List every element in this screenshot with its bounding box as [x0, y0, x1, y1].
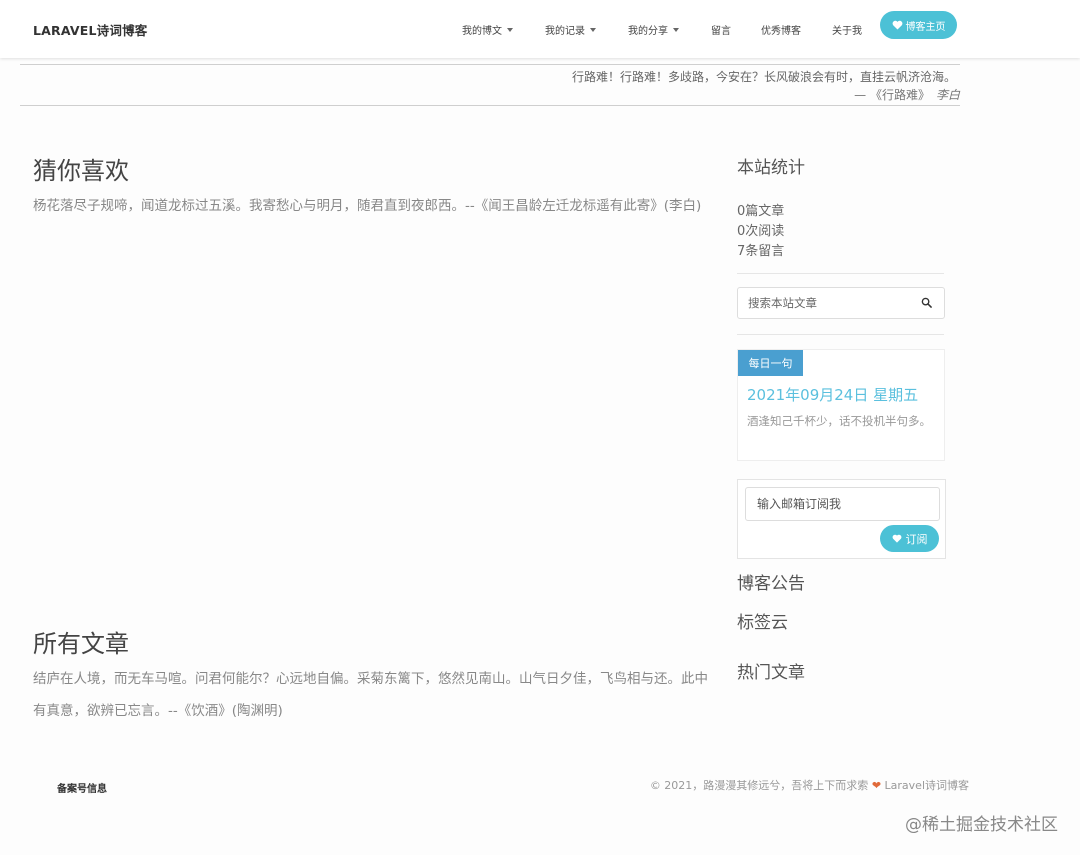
daily-text: 酒逢知己千杯少，话不投机半句多。	[747, 414, 931, 428]
all-posts-title: 所有文章	[33, 630, 129, 658]
subscribe-email-input[interactable]	[745, 487, 940, 521]
watermark: @稀土掘金技术社区	[905, 815, 1058, 835]
stat-reads: 0次阅读	[737, 220, 784, 239]
nav-item-label: 我的分享	[628, 26, 668, 37]
subscribe-label: 订阅	[905, 532, 928, 546]
stats-title: 本站统计	[737, 158, 805, 178]
search-input[interactable]	[738, 288, 928, 318]
stat-unit: 次阅读	[745, 224, 785, 239]
nav-item-my-shares[interactable]: 我的分享	[628, 22, 679, 37]
search-box	[737, 287, 945, 319]
nav-item-label: 关于我	[832, 26, 862, 37]
stat-unit: 篇文章	[745, 204, 785, 219]
nav-item-messages[interactable]: 留言	[711, 22, 731, 37]
nav-item-my-posts[interactable]: 我的博文	[462, 22, 513, 37]
daily-date: 2021年09月24日 星期五	[747, 386, 919, 404]
subscribe-card: 订阅	[737, 479, 946, 559]
hot-posts-title: 热门文章	[737, 663, 805, 683]
nav-item-label: 我的记录	[545, 26, 585, 37]
stat-unit: 条留言	[745, 244, 785, 259]
search-icon[interactable]	[921, 297, 932, 308]
nav-item-label: 留言	[711, 26, 731, 37]
nav-item-label: 我的博文	[462, 26, 502, 37]
nav-item-excellent-blogs[interactable]: 优秀博客	[761, 22, 801, 37]
heart-icon	[892, 20, 902, 30]
sidebar-divider	[737, 273, 944, 274]
quote-source: — 《行路难》 李白	[854, 86, 960, 103]
quote-author: 李白	[935, 88, 960, 102]
top-navbar: LARAVEL诗词博客 我的博文 我的记录 我的分享 留言 优秀博客 关于我 博…	[0, 0, 1080, 58]
daily-tag: 每日一句	[738, 350, 803, 376]
subscribe-button[interactable]: 订阅	[880, 525, 939, 552]
heart-icon: ❤	[871, 779, 882, 792]
nav-item-my-records[interactable]: 我的记录	[545, 22, 596, 37]
daily-quote-card: 每日一句 2021年09月24日 星期五 酒逢知己千杯少，话不投机半句多。	[737, 349, 945, 461]
stat-articles: 0篇文章	[737, 200, 784, 219]
icp-info[interactable]: 备案号信息	[57, 780, 107, 795]
quote-banner: 行路难！行路难！多歧路，今安在？长风破浪会有时，直挂云帆济沧海。 — 《行路难》…	[20, 64, 960, 106]
all-posts-text[interactable]: 结庐在人境，而无车马喧。问君何能尔？心远地自偏。采菊东篱下，悠然见南山。山气日夕…	[33, 663, 708, 727]
nav-item-label: 优秀博客	[761, 26, 801, 37]
footer-brand[interactable]: Laravel诗词博客	[885, 779, 969, 792]
guess-text[interactable]: 杨花落尽子规啼，闻道龙标过五溪。我寄愁心与明月，随君直到夜郎西。--《闻王昌龄左…	[33, 190, 708, 222]
sidebar-divider	[737, 334, 944, 335]
announce-title: 博客公告	[737, 574, 805, 594]
caret-down-icon	[507, 28, 513, 32]
site-brand[interactable]: LARAVEL诗词博客	[33, 20, 147, 39]
tags-title: 标签云	[737, 613, 788, 633]
blog-home-button[interactable]: 博客主页	[880, 11, 957, 39]
blog-home-label: 博客主页	[905, 21, 946, 33]
footer-copyright-text: © 2021，路漫漫其修远兮，吾将上下而求索	[649, 779, 869, 792]
caret-down-icon	[673, 28, 679, 32]
footer-copyright: © 2021，路漫漫其修远兮，吾将上下而求索 ❤ Laravel诗词博客	[650, 777, 969, 793]
nav-item-about[interactable]: 关于我	[832, 22, 862, 37]
quote-title: — 《行路难》	[854, 88, 930, 102]
heart-icon	[892, 534, 901, 543]
quote-text: 行路难！行路难！多歧路，今安在？长风破浪会有时，直挂云帆济沧海。	[571, 70, 956, 84]
guess-title: 猜你喜欢	[33, 157, 129, 185]
caret-down-icon	[590, 28, 596, 32]
stat-messages: 7条留言	[737, 240, 784, 259]
